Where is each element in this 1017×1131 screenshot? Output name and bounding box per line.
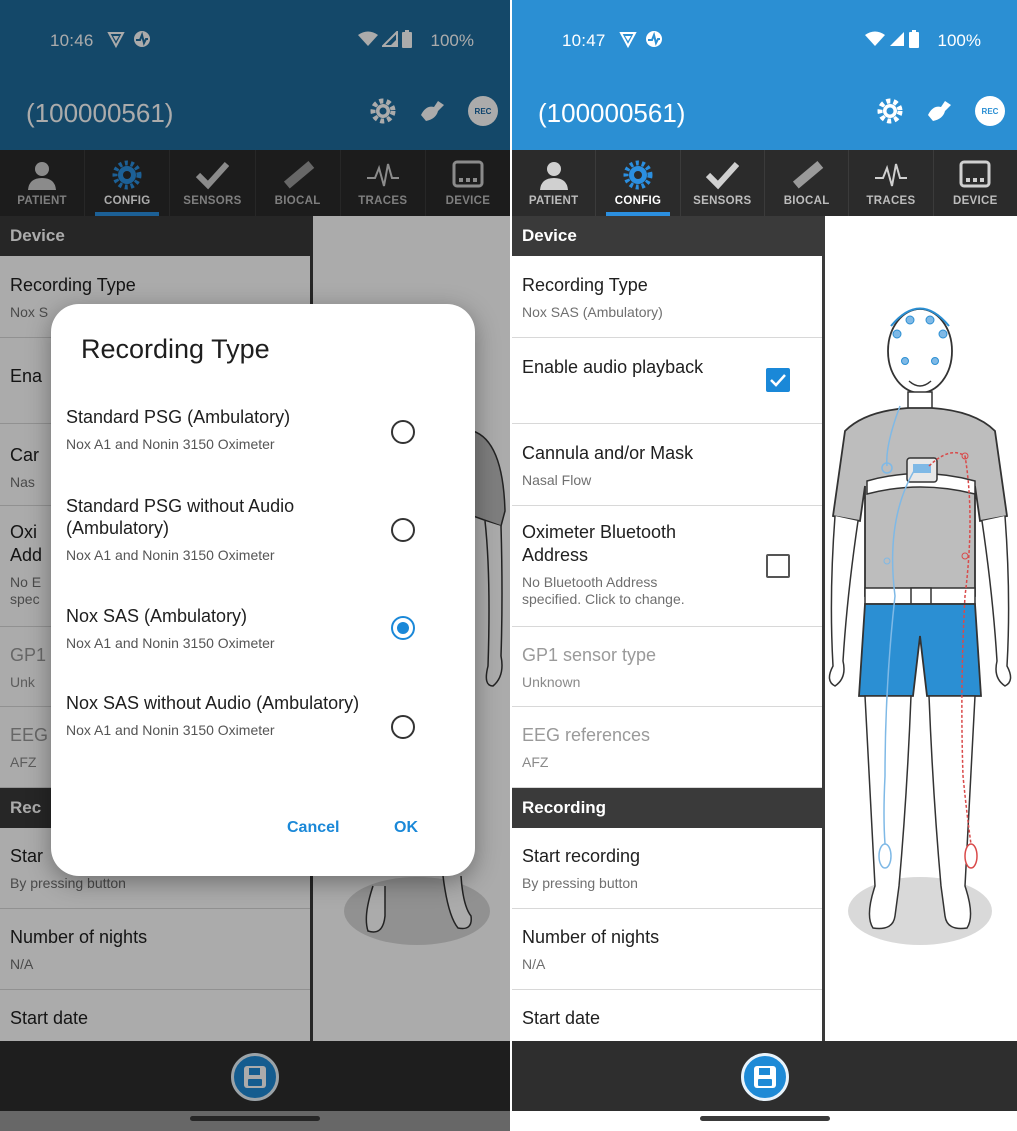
radio-button[interactable]	[391, 518, 415, 542]
row-eeg: EEG references AFZ	[512, 707, 822, 788]
section-header-device: Device	[512, 216, 822, 256]
gear-icon	[623, 160, 653, 190]
row-title: EEG references	[522, 725, 651, 745]
tab-label: CONFIG	[614, 195, 662, 207]
tab-label: SENSORS	[693, 195, 752, 207]
vpn-icon	[619, 32, 637, 48]
row-start-date[interactable]: Start date	[512, 990, 822, 1041]
option-title: Nox SAS without Audio (Ambulatory)	[66, 693, 360, 713]
battery-icon	[909, 30, 919, 48]
tab-label: BIOCAL	[783, 195, 830, 207]
settings-list: Device Recording Type Nox SAS (Ambulator…	[512, 216, 822, 1041]
status-bar: 10:47 100%	[512, 0, 1017, 76]
option-standard-psg-no-audio[interactable]: Standard PSG without Audio (Ambulatory) …	[66, 495, 455, 563]
tab-sensors[interactable]: SENSORS	[681, 150, 765, 216]
row-gp1: GP1 sensor type Unknown	[512, 627, 822, 707]
option-subtitle: Nox A1 and Nonin 3150 Oximeter	[66, 547, 275, 563]
dialog-title: Recording Type	[81, 334, 270, 364]
row-recording-type[interactable]: Recording Type Nox SAS (Ambulatory)	[512, 256, 822, 338]
tab-biocal[interactable]: BIOCAL	[765, 150, 850, 216]
audio-checkbox[interactable]	[766, 368, 790, 392]
right-screen: 10:47 100% (100000561) REC PATIENT CONFI…	[512, 0, 1017, 1131]
tab-label: DEVICE	[952, 195, 998, 207]
tab-label: PATIENT	[528, 195, 579, 207]
row-subtitle: specified. Click to change.	[522, 591, 685, 607]
check-icon	[706, 161, 740, 190]
person-icon	[539, 162, 568, 190]
option-nox-sas-no-audio[interactable]: Nox SAS without Audio (Ambulatory) Nox A…	[66, 692, 455, 739]
oximeter-checkbox[interactable]	[766, 554, 790, 578]
option-standard-psg[interactable]: Standard PSG (Ambulatory) Nox A1 and Non…	[66, 406, 455, 452]
row-subtitle: By pressing button	[522, 875, 638, 891]
bottom-bar	[512, 1041, 1017, 1111]
patient-id-title: (100000561)	[538, 98, 686, 128]
section-header-recording: Recording	[512, 788, 822, 828]
tab-device[interactable]: DEVICE	[934, 150, 1017, 216]
radio-button[interactable]	[391, 420, 415, 444]
recording-type-dialog: Recording Type Standard PSG (Ambulatory)…	[51, 304, 475, 876]
option-title: Standard PSG (Ambulatory)	[66, 407, 291, 427]
status-time: 10:47	[562, 31, 606, 50]
row-cannula[interactable]: Cannula and/or Mask Nasal Flow	[512, 424, 822, 506]
status-icons	[619, 30, 663, 48]
row-subtitle: Nasal Flow	[522, 472, 592, 488]
row-start-recording[interactable]: Start recording By pressing button	[512, 828, 822, 909]
row-title: Start date	[522, 1008, 601, 1028]
row-subtitle: Nox SAS (Ambulatory)	[522, 304, 663, 320]
radio-button[interactable]	[391, 715, 415, 739]
ok-button[interactable]: OK	[394, 819, 418, 837]
radio-button-selected[interactable]	[391, 616, 415, 640]
option-title: Standard PSG without Audio (Ambulatory)	[66, 496, 295, 538]
device-icon	[959, 160, 991, 188]
save-button[interactable]	[740, 1053, 789, 1101]
row-subtitle: Unknown	[522, 674, 581, 690]
battery-percent: 100%	[937, 31, 981, 50]
wifi-icon	[865, 31, 885, 46]
row-audio[interactable]: Enable audio playback	[512, 338, 822, 424]
tab-label: TRACES	[866, 195, 916, 207]
row-title: Start recording	[522, 846, 641, 866]
row-oximeter[interactable]: Oximeter Bluetooth Address No Bluetooth …	[512, 506, 822, 627]
cancel-button[interactable]: Cancel	[287, 819, 339, 837]
body-figure	[825, 216, 1017, 1041]
app-notification-icon	[646, 31, 662, 47]
nav-bar	[512, 1111, 1017, 1131]
body-diagram-icon	[828, 307, 1012, 945]
row-nights[interactable]: Number of nights N/A	[512, 909, 822, 990]
signal-icon	[890, 32, 904, 46]
row-title: Number of nights	[522, 927, 660, 947]
app-bar: (100000561) REC	[512, 76, 1017, 150]
left-screen: 10:46 100% (100000561) REC PATIENT CONFI…	[0, 0, 510, 1131]
row-title: Oximeter Bluetooth	[522, 522, 677, 542]
row-title: GP1 sensor type	[522, 645, 657, 665]
tab-config[interactable]: CONFIG	[596, 150, 681, 216]
transfer-icon[interactable]	[925, 97, 955, 125]
row-title: Cannula and/or Mask	[522, 443, 694, 463]
row-subtitle: AFZ	[522, 754, 549, 770]
screen-gap	[510, 0, 512, 1131]
waveform-icon	[874, 163, 907, 187]
row-subtitle: N/A	[522, 956, 546, 972]
option-title: Nox SAS (Ambulatory)	[66, 606, 248, 626]
option-nox-sas[interactable]: Nox SAS (Ambulatory) Nox A1 and Nonin 31…	[66, 605, 455, 651]
checkmark-icon	[770, 374, 786, 387]
settings-gear-icon[interactable]	[875, 96, 905, 126]
tab-patient[interactable]: PATIENT	[512, 150, 597, 216]
tab-traces[interactable]: TRACES	[849, 150, 934, 216]
tab-bar: PATIENT CONFIG SENSORS BIOCAL TRACES DEV…	[512, 150, 1017, 216]
home-gesture-pill[interactable]	[699, 1116, 830, 1121]
rec-button[interactable]: REC	[975, 96, 1005, 126]
system-icons	[865, 30, 919, 48]
row-title: Recording Type	[522, 275, 648, 295]
ruler-icon	[792, 161, 823, 189]
save-disk-icon	[753, 1066, 776, 1088]
